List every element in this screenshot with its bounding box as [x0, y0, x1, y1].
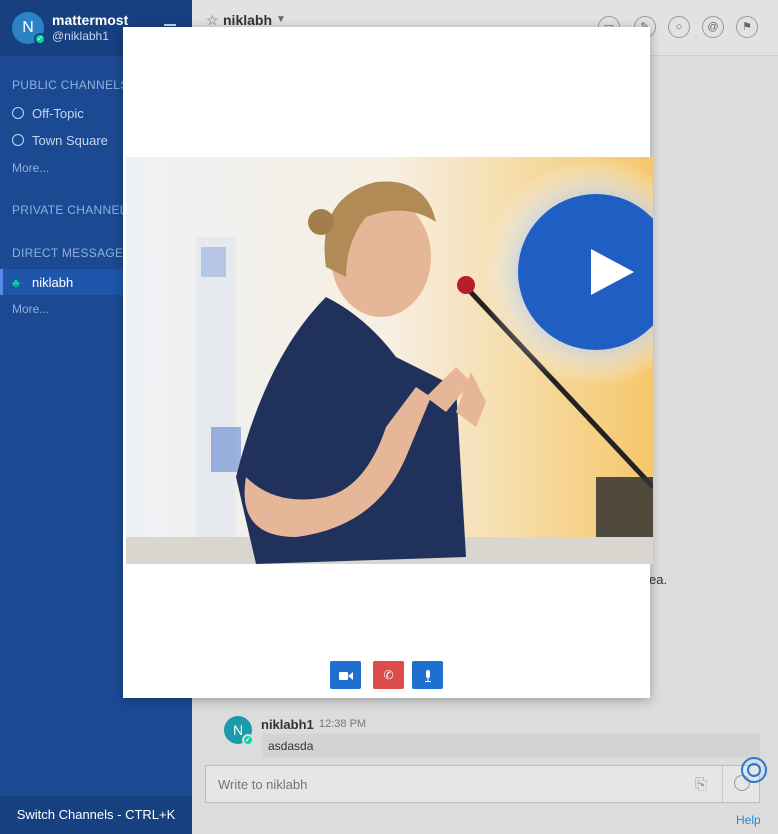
call-indicator-inner: [747, 763, 761, 777]
mute-button[interactable]: [412, 661, 443, 689]
hangup-button[interactable]: ✆: [373, 661, 404, 689]
chevron-down-icon[interactable]: ▼: [276, 14, 286, 25]
team-username: @niklabh1: [52, 29, 109, 43]
sidebar-item-label: niklabh: [32, 275, 74, 290]
switch-channels-button[interactable]: Switch Channels - CTRL+K: [0, 796, 192, 834]
help-link[interactable]: Help: [736, 813, 761, 827]
direct-messages-header: DIRECT MESSAGES: [12, 246, 132, 260]
private-channels-header: PRIVATE CHANNELS: [12, 203, 136, 217]
sidebar-item-town-square[interactable]: Town Square: [12, 133, 108, 148]
sidebar-item-label: Town Square: [32, 133, 108, 148]
message-composer: ⎘: [205, 765, 760, 803]
video-call-modal: ✆: [123, 27, 653, 698]
active-indicator: [0, 269, 3, 295]
online-status-icon: ✓: [242, 734, 254, 746]
microphone-icon: [424, 669, 431, 682]
post-message: asdasda: [268, 739, 314, 753]
message-input[interactable]: [206, 766, 686, 802]
phone-hangup-icon: ✆: [383, 668, 394, 682]
post-username[interactable]: niklabh1: [261, 717, 314, 732]
flag-icon[interactable]: ⚑: [736, 16, 758, 38]
online-status-icon: ✓: [34, 33, 46, 45]
video-feed[interactable]: [126, 157, 653, 564]
dm-more-link[interactable]: More...: [12, 302, 49, 316]
divider: [722, 766, 723, 802]
channel-title[interactable]: niklabh: [223, 12, 272, 28]
globe-icon: [12, 134, 24, 146]
video-toggle-button[interactable]: [330, 661, 361, 689]
globe-icon: [12, 107, 24, 119]
post-time[interactable]: 12:38 PM: [319, 718, 366, 730]
search-icon[interactable]: ○: [668, 16, 690, 38]
menu-icon[interactable]: [164, 24, 176, 26]
mention-icon[interactable]: @: [702, 16, 724, 38]
message-highlight: [262, 734, 760, 758]
call-indicator-icon[interactable]: [741, 757, 767, 783]
user-online-icon: ♣: [12, 276, 20, 290]
public-more-link[interactable]: More...: [12, 161, 49, 175]
video-camera-icon: [338, 671, 353, 680]
public-channels-header: PUBLIC CHANNELS: [12, 78, 129, 92]
sidebar-item-off-topic[interactable]: Off-Topic: [12, 106, 84, 121]
sidebar-item-label: Off-Topic: [32, 106, 84, 121]
message-text-partial: ea.: [649, 572, 668, 587]
attachment-icon[interactable]: ⎘: [695, 776, 707, 793]
team-name: mattermost: [52, 12, 129, 28]
